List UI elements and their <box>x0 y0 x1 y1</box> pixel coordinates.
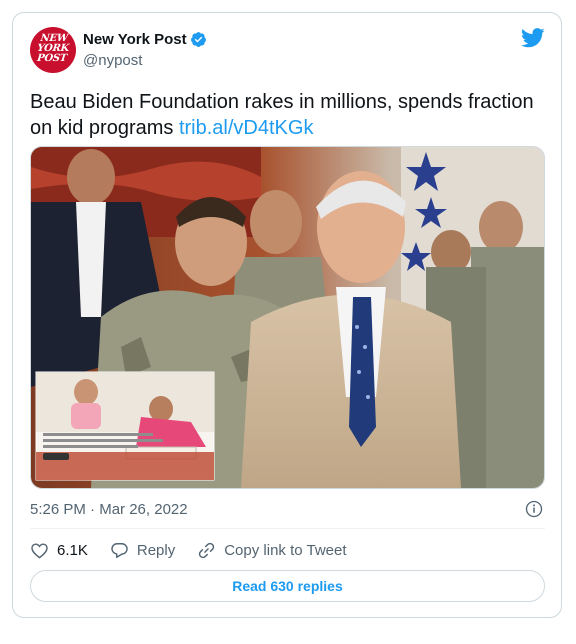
copy-link-button[interactable]: Copy link to Tweet <box>197 541 347 560</box>
heart-icon <box>31 543 48 559</box>
tweet-time: 5:26 PM <box>30 501 86 518</box>
divider <box>30 528 545 529</box>
account-handle[interactable]: @nypost <box>83 52 142 69</box>
reply-icon <box>111 543 128 558</box>
display-name[interactable]: New York Post <box>83 31 187 48</box>
tweet-media-photo[interactable] <box>30 146 545 489</box>
avatar[interactable]: NEW YORK POST <box>30 27 76 73</box>
reply-label: Reply <box>136 542 176 559</box>
like-count: 6.1K <box>57 542 88 559</box>
meta-separator: · <box>85 501 100 518</box>
tweet-link[interactable]: trib.al/vD4tKGk <box>179 117 313 139</box>
read-replies-button[interactable]: Read 630 replies <box>30 570 545 602</box>
copy-link-label: Copy link to Tweet <box>224 542 347 559</box>
twitter-bird-icon[interactable] <box>521 28 545 48</box>
tweet-timestamp[interactable]: 5:26 PM · Mar 26, 2022 <box>30 501 188 518</box>
info-icon[interactable] <box>525 500 543 518</box>
link-icon <box>199 542 215 559</box>
verified-badge-icon <box>190 32 206 47</box>
tweet-text: Beau Biden Foundation rakes in millions,… <box>30 89 540 141</box>
photo-illustration <box>31 147 544 488</box>
read-replies-label: Read 630 replies <box>232 578 343 594</box>
tweet-actions: 6.1K Reply Copy link to Tweet <box>30 541 369 560</box>
inset-ad <box>35 371 215 481</box>
account-name-row: New York Post <box>83 31 207 48</box>
like-button[interactable]: 6.1K <box>30 541 88 560</box>
tweet-date: Mar 26, 2022 <box>99 501 188 518</box>
avatar-logo-text: NEW YORK POST <box>36 33 70 64</box>
tweet-card: NEW YORK POST New York Post @nypost Beau… <box>12 12 562 618</box>
reply-button[interactable]: Reply <box>110 541 175 560</box>
